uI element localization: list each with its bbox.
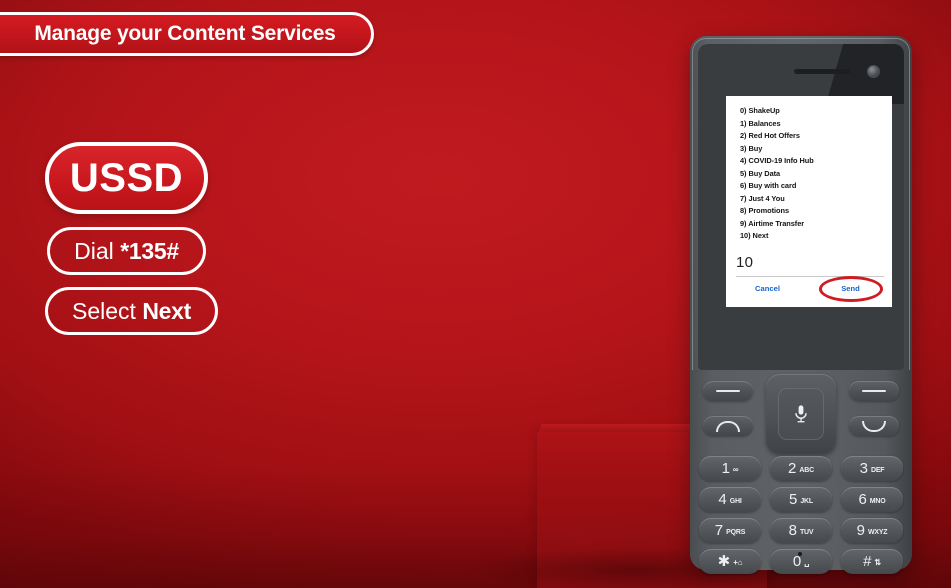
menu-item[interactable]: 6) Buy with card [740,180,886,193]
badge-ussd: USSD [45,142,208,214]
dash-icon [703,381,753,401]
badge-dial-text: Dial *135# [74,238,179,265]
left-soft-key[interactable] [703,381,753,401]
dpad-navigation-key[interactable] [766,374,836,454]
menu-item[interactable]: 2) Red Hot Offers [740,130,886,143]
key-letters: TUV [799,529,814,536]
key-digit: 5 [789,491,798,508]
dpad-center-key[interactable] [778,388,824,440]
menu-item[interactable]: 8) Promotions [740,205,886,218]
key-digit: 3 [859,460,868,477]
page-title: Manage your Content Services [34,22,336,45]
badge-dial-code-value: *135# [120,237,179,264]
front-camera-icon [867,65,880,78]
menu-item[interactable]: 3) Buy [740,143,886,156]
feature-phone: 0) ShakeUp 1) Balances 2) Red Hot Offers… [690,36,912,574]
call-handset-icon [703,416,753,436]
ussd-reply-value: 10 [736,254,754,271]
key-star[interactable]: ✱ +⌂ [699,549,761,574]
key-5[interactable]: 5 JKL [770,487,832,512]
numeric-keypad: 1 ∞ 2 ABC 3 DEF 4 GHI 5 JKL 6 MNO 7 PQRS… [690,456,912,580]
key-letters: PQRS [726,529,746,536]
menu-item[interactable]: 7) Just 4 You [740,193,886,206]
phone-corner-accent [826,44,904,104]
keypad-row: 7 PQRS 8 TUV 9 WXYZ [690,518,912,543]
end-call-handset-icon [849,416,899,436]
dash-icon [849,381,899,401]
menu-item[interactable]: 10) Next [740,230,886,243]
phone-keypad-area: 1 ∞ 2 ABC 3 DEF 4 GHI 5 JKL 6 MNO 7 PQRS… [690,370,912,574]
page-title-banner: Manage your Content Services [0,12,374,56]
key-letters: DEF [870,467,885,474]
call-key[interactable] [703,416,753,436]
badge-select-target: Next [142,297,191,324]
keypad-row: 1 ∞ 2 ABC 3 DEF [690,456,912,481]
key-digit: 2 [788,460,797,477]
right-soft-key[interactable] [849,381,899,401]
key-digit: 1 [721,460,730,477]
navigation-cluster [690,370,912,458]
key-7[interactable]: 7 PQRS [699,518,761,543]
slide-canvas: Manage your Content Services USSD Dial *… [0,0,951,588]
menu-item[interactable]: 4) COVID-19 Info Hub [740,155,886,168]
phone-screen: 0) ShakeUp 1) Balances 2) Red Hot Offers… [726,96,892,307]
badge-dial-prefix: Dial [74,237,121,264]
badge-dial-code: Dial *135# [47,227,206,275]
badge-select-next: Select Next [45,287,218,335]
badge-select-text: Select Next [72,298,191,325]
phone-front-panel: 0) ShakeUp 1) Balances 2) Red Hot Offers… [698,44,904,370]
voicemail-icon: ∞ [732,465,739,474]
key-letters: ABC [799,467,814,474]
end-call-key[interactable] [849,416,899,436]
key-8[interactable]: 8 TUV [770,518,832,543]
menu-item[interactable]: 1) Balances [740,118,886,131]
send-highlight-circle [818,275,883,302]
keypad-row: 4 GHI 5 JKL 6 MNO [690,487,912,512]
key-2[interactable]: 2 ABC [770,456,832,481]
key-digit: 9 [856,522,865,539]
microphone-hole [798,552,802,556]
key-letters: GHI [729,498,742,505]
key-digit: 6 [858,491,867,508]
menu-item[interactable]: 0) ShakeUp [740,105,886,118]
key-3[interactable]: 3 DEF [841,456,903,481]
badge-select-prefix: Select [72,297,143,324]
key-4[interactable]: 4 GHI [699,487,761,512]
key-letters: WXYZ [867,529,888,536]
earpiece-speaker [794,69,850,74]
send-button[interactable]: Send [809,275,892,302]
cancel-button[interactable]: Cancel [726,284,809,293]
key-6[interactable]: 6 MNO [841,487,903,512]
key-digit: ✱ [717,553,731,570]
space-icon: ␣ [804,558,810,567]
key-digit: 7 [714,522,724,539]
ussd-menu-list: 0) ShakeUp 1) Balances 2) Red Hot Offers… [740,105,886,243]
key-digit: 0 [792,553,802,570]
key-letters: JKL [800,498,813,505]
shift-icon: ⇅ [874,558,881,567]
key-hash[interactable]: # ⇅ [841,549,903,574]
key-digit: # [863,553,872,570]
menu-item[interactable]: 9) Airtime Transfer [740,218,886,231]
key-letters: MNO [869,498,886,505]
key-9[interactable]: 9 WXYZ [841,518,903,543]
ussd-reply-input[interactable]: 10 [736,253,884,277]
menu-item[interactable]: 5) Buy Data [740,168,886,181]
microphone-icon [795,405,807,423]
lock-icon: +⌂ [733,558,743,567]
badge-ussd-label: USSD [69,155,184,200]
key-digit: 8 [788,522,797,539]
ussd-dialog-actions: Cancel Send [726,275,892,302]
key-digit: 4 [718,491,727,508]
key-1[interactable]: 1 ∞ [699,456,761,481]
